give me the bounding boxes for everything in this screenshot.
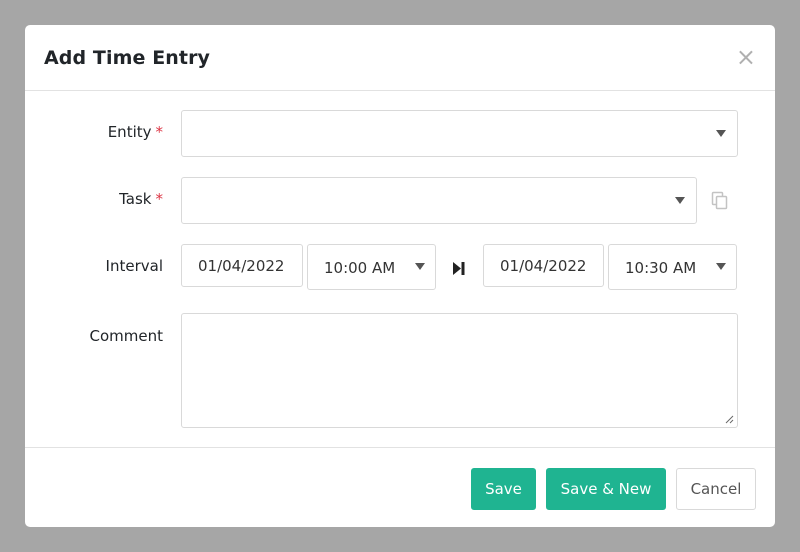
task-row: Task *	[25, 177, 775, 224]
task-label: Task *	[119, 190, 163, 208]
end-date-input[interactable]: 01/04/2022	[483, 244, 604, 287]
chevron-down-icon	[415, 263, 425, 270]
interval-row: Interval 01/04/2022 10:00 AM 01/04/2022 …	[25, 244, 775, 290]
entity-select[interactable]	[181, 110, 738, 157]
dialog-title: Add Time Entry	[44, 47, 211, 69]
add-time-entry-dialog: Add Time Entry × Entity * Task * Interval …	[25, 25, 775, 527]
task-select[interactable]	[181, 177, 697, 224]
resize-handle-icon[interactable]	[725, 415, 734, 424]
interval-label: Interval	[105, 257, 163, 275]
entity-row: Entity *	[25, 110, 775, 157]
comment-row: Comment	[25, 313, 775, 428]
save-button[interactable]: Save	[471, 468, 536, 510]
chevron-down-icon	[716, 263, 726, 270]
save-and-new-button[interactable]: Save & New	[546, 468, 666, 510]
copy-icon[interactable]	[711, 191, 729, 211]
close-icon[interactable]: ×	[736, 45, 756, 69]
required-marker: *	[155, 123, 164, 141]
entity-label-text: Entity	[107, 123, 152, 141]
required-marker: *	[155, 190, 164, 208]
start-time-select[interactable]: 10:00 AM	[307, 244, 436, 290]
start-date-input[interactable]: 01/04/2022	[181, 244, 303, 287]
entity-label: Entity *	[108, 123, 163, 141]
skip-to-end-icon	[453, 262, 465, 275]
dialog-header: Add Time Entry ×	[25, 25, 775, 91]
end-time-value: 10:30 AM	[625, 259, 697, 277]
comment-textarea[interactable]	[181, 313, 738, 428]
dialog-footer: Save Save & New Cancel	[25, 447, 775, 527]
cancel-button[interactable]: Cancel	[676, 468, 756, 510]
end-date-value: 01/04/2022	[500, 257, 587, 275]
task-label-text: Task	[119, 190, 152, 208]
end-time-select[interactable]: 10:30 AM	[608, 244, 737, 290]
comment-label: Comment	[89, 327, 164, 345]
start-date-value: 01/04/2022	[198, 257, 285, 275]
start-time-value: 10:00 AM	[324, 259, 396, 277]
chevron-down-icon	[675, 197, 685, 204]
chevron-down-icon	[716, 130, 726, 137]
